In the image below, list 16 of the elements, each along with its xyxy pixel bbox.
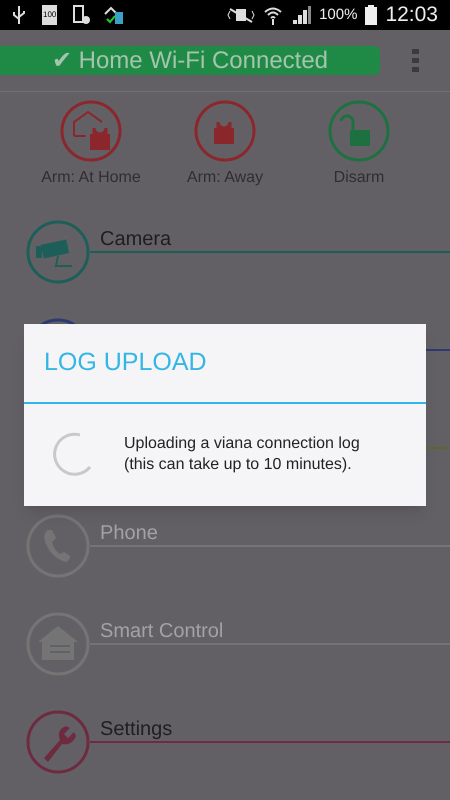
dialog-message: Uploading a viana connection log (this can take up to 10 minutes). — [124, 434, 361, 475]
clock-time: 12:03 — [385, 2, 438, 28]
wifi-icon — [263, 5, 284, 25]
connection-status-bar: ✔ Home Wi-Fi Connected — [0, 46, 380, 75]
battery-icon — [365, 5, 378, 25]
phone-clock-icon — [73, 5, 92, 25]
vibrate-mute-icon — [227, 6, 256, 24]
usb-icon — [12, 5, 26, 25]
home-device-icon — [103, 5, 126, 25]
menu-item-label[interactable]: Settings — [100, 714, 172, 744]
battery-notice-icon: 100 — [42, 5, 58, 25]
battery-percentage: 100% — [319, 4, 358, 25]
overflow-menu-icon[interactable] — [412, 48, 419, 72]
dialog-title: LOG UPLOAD — [44, 347, 207, 378]
menu-item-label[interactable]: Camera — [100, 224, 172, 254]
signal-icon — [291, 6, 312, 24]
